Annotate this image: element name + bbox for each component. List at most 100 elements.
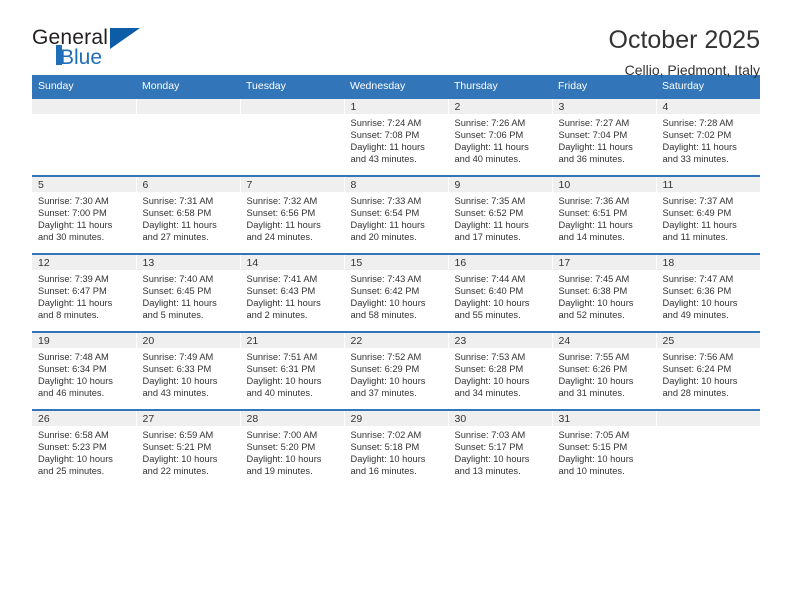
calendar-day-cell[interactable]: 30 Sunrise: 7:03 AM Sunset: 5:17 PM Dayligh… (447, 409, 552, 487)
calendar-day-cell-empty (239, 97, 344, 176)
daylight-duration-line2: and 25 minutes. (38, 466, 105, 477)
sunset-time: Sunset: 6:54 PM (350, 208, 420, 219)
daylight-duration-line1: Daylight: 11 hours (142, 298, 217, 309)
calendar-day-cell[interactable]: 16 Sunrise: 7:44 AM Sunset: 6:40 PM Dayligh… (447, 253, 552, 332)
day-number: 28 (240, 411, 344, 426)
sunrise-time: Sunrise: 7:28 AM (662, 118, 734, 128)
day-number: 7 (240, 177, 344, 192)
calendar-day-cell[interactable]: 31 Sunrise: 7:05 AM Sunset: 5:15 PM Dayligh… (551, 409, 656, 487)
calendar-day-cell[interactable]: 8 Sunrise: 7:33 AM Sunset: 6:54 PM Daylight… (343, 175, 448, 254)
sunrise-time: Sunrise: 7:55 AM (558, 352, 630, 362)
day-details: Sunrise: 7:43 AM Sunset: 6:42 PM Daylight:… (345, 270, 448, 321)
calendar-day-cell[interactable]: 23 Sunrise: 7:53 AM Sunset: 6:28 PM Dayligh… (447, 331, 552, 410)
sunset-time: Sunset: 6:33 PM (142, 364, 212, 375)
daylight-duration-line2: and 10 minutes. (558, 466, 625, 477)
calendar-day-cell[interactable]: 7 Sunrise: 7:32 AM Sunset: 6:56 PM Daylight… (239, 175, 344, 254)
calendar-day-cell[interactable]: 14 Sunrise: 7:41 AM Sunset: 6:43 PM Dayligh… (239, 253, 344, 332)
daylight-duration-line1: Daylight: 10 hours (350, 454, 426, 465)
calendar-day-cell[interactable]: 21 Sunrise: 7:51 AM Sunset: 6:31 PM Dayligh… (239, 331, 344, 410)
calendar-day-cell[interactable]: 10 Sunrise: 7:36 AM Sunset: 6:51 PM Dayligh… (551, 175, 656, 254)
calendar-day-cell[interactable]: 13 Sunrise: 7:40 AM Sunset: 6:45 PM Dayligh… (135, 253, 240, 332)
sunrise-time: Sunrise: 7:53 AM (454, 352, 526, 362)
location-subtitle: Cellio, Piedmont, Italy (624, 62, 760, 79)
weekday-header-wednesday: Wednesday (344, 75, 448, 98)
calendar-day-cell[interactable]: 12 Sunrise: 7:39 AM Sunset: 6:47 PM Dayligh… (32, 253, 136, 332)
calendar-day-cell[interactable]: 26 Sunrise: 6:58 AM Sunset: 5:23 PM Dayligh… (32, 409, 136, 487)
calendar-day-cell[interactable]: 28 Sunrise: 7:00 AM Sunset: 5:20 PM Dayligh… (239, 409, 344, 487)
calendar-day-cell[interactable]: 3 Sunrise: 7:27 AM Sunset: 7:04 PM Daylight… (551, 97, 656, 176)
sunset-time: Sunset: 6:51 PM (558, 208, 628, 219)
sunrise-time: Sunrise: 7:32 AM (246, 196, 318, 206)
day-number (32, 99, 136, 114)
sunrise-time: Sunrise: 7:41 AM (246, 274, 318, 284)
day-details: Sunrise: 7:40 AM Sunset: 6:45 PM Daylight:… (137, 270, 240, 321)
calendar-day-cell[interactable]: 19 Sunrise: 7:48 AM Sunset: 6:34 PM Dayligh… (32, 331, 136, 410)
day-number: 19 (32, 333, 136, 348)
calendar-day-cell[interactable]: 6 Sunrise: 7:31 AM Sunset: 6:58 PM Daylight… (135, 175, 240, 254)
calendar-day-cell[interactable]: 17 Sunrise: 7:45 AM Sunset: 6:38 PM Dayligh… (551, 253, 656, 332)
sunrise-time: Sunrise: 7:40 AM (142, 274, 214, 284)
calendar-day-cell-empty (135, 97, 240, 176)
weekday-header-monday: Monday (136, 75, 240, 98)
day-number: 6 (136, 177, 240, 192)
daylight-duration-line1: Daylight: 10 hours (142, 376, 218, 387)
calendar-day-cell[interactable]: 9 Sunrise: 7:35 AM Sunset: 6:52 PM Daylight… (447, 175, 552, 254)
daylight-duration-line2: and 14 minutes. (558, 232, 625, 243)
sunset-time: Sunset: 6:36 PM (662, 286, 732, 297)
sunset-time: Sunset: 5:21 PM (142, 442, 212, 453)
day-details: Sunrise: 7:45 AM Sunset: 6:38 PM Daylight:… (553, 270, 656, 321)
sunset-time: Sunset: 7:06 PM (454, 130, 524, 141)
calendar-day-cell[interactable]: 29 Sunrise: 7:02 AM Sunset: 5:18 PM Dayligh… (343, 409, 448, 487)
daylight-duration-line1: Daylight: 11 hours (38, 220, 113, 231)
daylight-duration-line1: Daylight: 11 hours (662, 142, 737, 153)
sunrise-time: Sunrise: 7:44 AM (454, 274, 526, 284)
general-blue-logo[interactable]: General Blue (32, 26, 152, 72)
calendar-week-row: 5 Sunrise: 7:30 AM Sunset: 7:00 PM Daylight… (32, 175, 760, 254)
day-number: 14 (240, 255, 344, 270)
sunset-time: Sunset: 6:40 PM (454, 286, 524, 297)
sunrise-time: Sunrise: 7:43 AM (350, 274, 422, 284)
calendar-day-cell[interactable]: 24 Sunrise: 7:55 AM Sunset: 6:26 PM Dayligh… (551, 331, 656, 410)
calendar-day-cell-empty (655, 409, 760, 487)
daylight-duration-line2: and 5 minutes. (142, 310, 204, 321)
day-number: 21 (240, 333, 344, 348)
day-number: 20 (136, 333, 240, 348)
day-number: 22 (344, 333, 448, 348)
calendar-day-cell[interactable]: 2 Sunrise: 7:26 AM Sunset: 7:06 PM Daylight… (447, 97, 552, 176)
day-number: 9 (448, 177, 552, 192)
logo-text-blue: Blue (60, 46, 103, 69)
day-number: 12 (32, 255, 136, 270)
day-number (240, 99, 344, 114)
sunrise-time: Sunrise: 7:49 AM (142, 352, 214, 362)
daylight-duration-line1: Daylight: 10 hours (558, 376, 634, 387)
calendar-day-cell[interactable]: 11 Sunrise: 7:37 AM Sunset: 6:49 PM Dayligh… (655, 175, 760, 254)
calendar-day-cell[interactable]: 20 Sunrise: 7:49 AM Sunset: 6:33 PM Dayligh… (135, 331, 240, 410)
day-details: Sunrise: 7:36 AM Sunset: 6:51 PM Daylight:… (553, 192, 656, 243)
daylight-duration-line1: Daylight: 11 hours (246, 298, 321, 309)
calendar-day-cell[interactable]: 27 Sunrise: 6:59 AM Sunset: 5:21 PM Dayligh… (135, 409, 240, 487)
calendar-day-cell[interactable]: 25 Sunrise: 7:56 AM Sunset: 6:24 PM Dayligh… (655, 331, 760, 410)
calendar-day-cell[interactable]: 5 Sunrise: 7:30 AM Sunset: 7:00 PM Daylight… (32, 175, 136, 254)
daylight-duration-line1: Daylight: 10 hours (350, 376, 426, 387)
daylight-duration-line1: Daylight: 10 hours (454, 298, 530, 309)
day-number: 29 (344, 411, 448, 426)
daylight-duration-line2: and 16 minutes. (350, 466, 417, 477)
sunrise-time: Sunrise: 7:24 AM (350, 118, 422, 128)
sunset-time: Sunset: 5:18 PM (350, 442, 420, 453)
day-details: Sunrise: 6:58 AM Sunset: 5:23 PM Daylight:… (32, 426, 136, 477)
day-number: 3 (552, 99, 656, 114)
sunset-time: Sunset: 5:23 PM (38, 442, 107, 453)
day-details: Sunrise: 7:02 AM Sunset: 5:18 PM Daylight:… (345, 426, 448, 477)
sunset-time: Sunset: 5:17 PM (454, 442, 524, 453)
day-details: Sunrise: 7:51 AM Sunset: 6:31 PM Daylight:… (241, 348, 344, 399)
calendar-day-cell[interactable]: 22 Sunrise: 7:52 AM Sunset: 6:29 PM Dayligh… (343, 331, 448, 410)
calendar-day-cell[interactable]: 1 Sunrise: 7:24 AM Sunset: 7:08 PM Daylight… (343, 97, 448, 176)
sunset-time: Sunset: 7:08 PM (350, 130, 420, 141)
day-details: Sunrise: 7:48 AM Sunset: 6:34 PM Daylight:… (32, 348, 136, 399)
sunrise-time: Sunrise: 7:36 AM (558, 196, 630, 206)
logo-flag-icon (110, 28, 140, 49)
calendar-day-cell[interactable]: 18 Sunrise: 7:47 AM Sunset: 6:36 PM Dayligh… (655, 253, 760, 332)
calendar-day-cell[interactable]: 4 Sunrise: 7:28 AM Sunset: 7:02 PM Daylight… (655, 97, 760, 176)
calendar-day-cell[interactable]: 15 Sunrise: 7:43 AM Sunset: 6:42 PM Dayligh… (343, 253, 448, 332)
day-number: 4 (656, 99, 760, 114)
